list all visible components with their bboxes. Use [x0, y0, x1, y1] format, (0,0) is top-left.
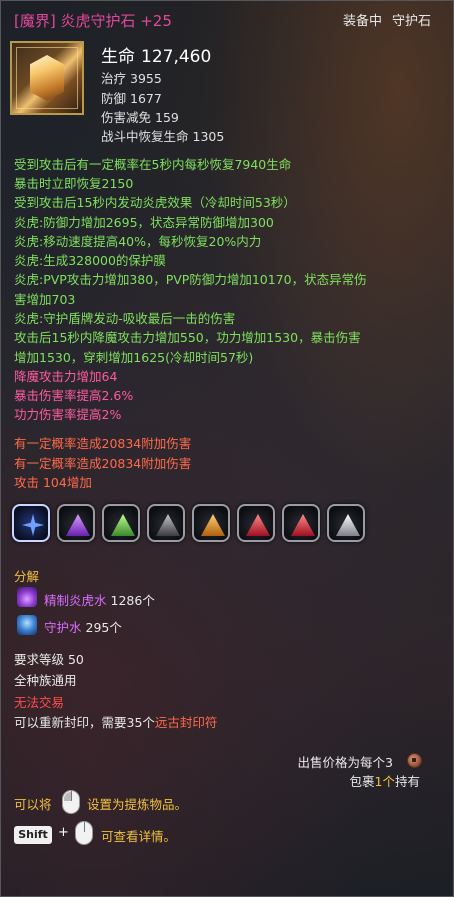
effect-line: 炎虎:PVP攻击力增加380，PVP防御力增加10170，状态异常伤 — [14, 272, 367, 287]
effect-line: 受到攻击后有一定概率在5秒内每秒恢复7940生命 — [14, 157, 292, 172]
stat-value: 1305 — [192, 129, 225, 144]
bag-count: 包裹1个持有 — [350, 771, 420, 790]
mouse-icon — [75, 821, 93, 845]
effect-line: 受到攻击后15秒内发动炎虎效果（冷却时间53秒） — [14, 195, 296, 210]
plus-sign: + — [58, 825, 69, 840]
reseal-item-link: 远古封印符 — [154, 715, 218, 730]
main-stat-value: 127,460 — [141, 47, 212, 67]
reseal-info: 可以重新封印，需要35个远古封印符 — [14, 712, 217, 731]
bonus-line: 功力伤害率提高2% — [14, 407, 122, 422]
star-icon — [22, 514, 44, 536]
socket-white-icon[interactable] — [327, 504, 365, 542]
effect-line: 暴击时立即恢复2150 — [14, 176, 134, 191]
left-click-mouse-icon — [62, 790, 80, 814]
guardian-stone-icon — [10, 41, 84, 115]
effect-line: 增加1530，穿刺增加1625(冷却时间57秒) — [14, 350, 254, 365]
item-type-label: 守护石 — [391, 14, 431, 29]
triangle-icon — [336, 514, 360, 536]
triangle-icon — [246, 514, 270, 536]
triangle-icon — [201, 514, 225, 536]
effect-line: 炎虎:生成328000的保护膜 — [14, 253, 166, 268]
socket-purple-icon[interactable] — [57, 504, 95, 542]
sell-price: 出售价格为每个3 — [297, 755, 393, 770]
level-requirement: 要求等级 50 — [14, 652, 84, 667]
proc-line: 有一定概率造成20834附加伤害 — [14, 436, 192, 451]
material-count: 1286个 — [110, 593, 155, 608]
main-stat: 生命 127,460 — [101, 42, 211, 67]
stat-line: 伤害减免 159 — [101, 107, 179, 126]
stat-line: 治疗 3955 — [101, 68, 162, 87]
item-tooltip: [魔界] 炎虎守护石 +25 装备中 守护石 生命 127,460 治疗 3955 防… — [0, 0, 454, 897]
material-name: 精制炎虎水 — [44, 593, 107, 608]
effect-line: 攻击后15秒内降魔攻击力增加550，功力增加1530，暴击伤害 — [14, 330, 361, 345]
bonus-line: 降魔攻击力增加64 — [14, 369, 118, 384]
equipped-label: 装备中 — [342, 14, 382, 29]
triangle-icon — [66, 514, 90, 536]
bonus-line: 暴击伤害率提高2.6% — [14, 388, 134, 403]
refine-hint-suffix: 设置为提炼物品。 — [87, 797, 188, 812]
bag-quantity: 1个 — [374, 774, 395, 789]
stat-value: 159 — [155, 110, 179, 125]
bag-suffix: 持有 — [394, 774, 420, 789]
main-stat-label: 生命 — [101, 47, 135, 67]
refined-tiger-water-icon — [17, 587, 37, 607]
socket-red-icon[interactable] — [282, 504, 320, 542]
stat-label: 战斗中恢复生命 — [101, 129, 189, 144]
refine-hint-prefix: 可以将 — [14, 797, 52, 812]
effect-line: 炎虎:移动速度提高40%，每秒恢复20%内力 — [14, 234, 262, 249]
material-count: 295个 — [85, 620, 122, 635]
guardian-water-icon — [17, 615, 37, 635]
reseal-text: 可以重新封印，需要35个 — [14, 715, 155, 730]
triangle-icon — [111, 514, 135, 536]
proc-line: 攻击 104增加 — [14, 475, 92, 490]
stat-label: 伤害减免 — [101, 110, 152, 125]
stat-value: 1677 — [130, 91, 162, 106]
stat-label: 治疗 — [101, 71, 127, 86]
stat-value: 3955 — [130, 71, 162, 86]
effect-line: 害增加703 — [14, 292, 76, 307]
material-item: 精制炎虎水 1286个 — [44, 590, 155, 609]
effect-line: 炎虎:防御力增加2695，状态异常防御增加300 — [14, 215, 274, 230]
race-requirement: 全种族通用 — [14, 673, 77, 688]
effect-line: 炎虎:守护盾牌发动-吸收最后一击的伤害 — [14, 311, 236, 326]
coin-icon — [407, 753, 422, 768]
stat-line: 战斗中恢复生命 1305 — [101, 126, 224, 145]
socket-red-icon[interactable] — [237, 504, 275, 542]
disassemble-heading: 分解 — [14, 569, 40, 584]
shift-key-icon: Shift — [14, 826, 52, 844]
stat-label: 防御 — [101, 91, 127, 106]
socket-green-icon[interactable] — [102, 504, 140, 542]
equip-status: 装备中 守护石 — [333, 10, 431, 29]
material-name: 守护水 — [44, 620, 82, 635]
proc-line: 有一定概率造成20834附加伤害 — [14, 456, 192, 471]
stat-line: 防御 1677 — [101, 88, 162, 107]
trade-restriction: 无法交易 — [14, 695, 65, 710]
socket-dark-icon[interactable] — [147, 504, 185, 542]
gem-icon — [30, 55, 64, 101]
item-title: [魔界] 炎虎守护石 +25 — [14, 12, 172, 30]
triangle-icon — [156, 514, 180, 536]
socket-orange-icon[interactable] — [192, 504, 230, 542]
bag-label: 包裹 — [349, 774, 375, 789]
socket-blue-star-icon[interactable] — [12, 504, 50, 542]
detail-hint: 可查看详情。 — [101, 829, 177, 844]
material-item: 守护水 295个 — [44, 617, 122, 636]
triangle-icon — [291, 514, 315, 536]
